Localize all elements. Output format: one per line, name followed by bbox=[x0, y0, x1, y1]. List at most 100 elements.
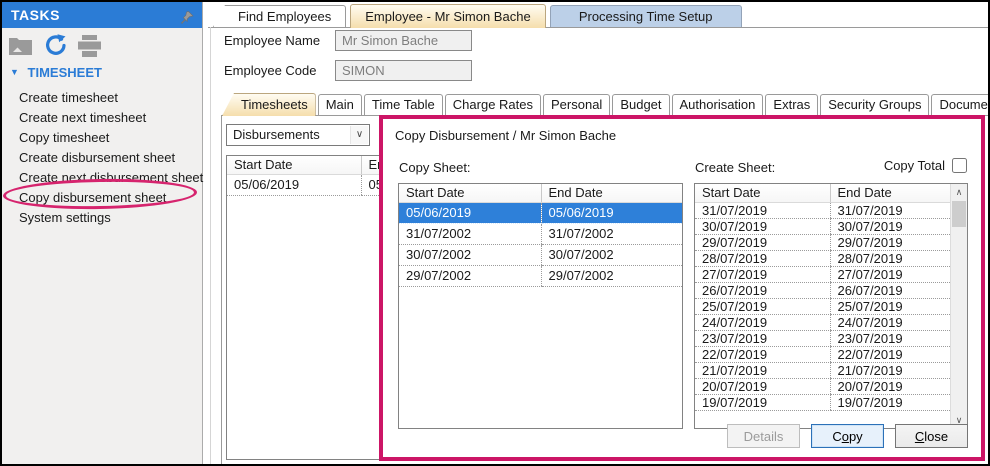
table-row[interactable]: 21/07/201921/07/2019 bbox=[695, 362, 950, 378]
cell[interactable]: 05/06/2019 bbox=[541, 202, 682, 223]
cell[interactable]: 19/07/2019 bbox=[695, 394, 830, 410]
cell[interactable]: 31/07/2002 bbox=[399, 223, 541, 244]
cell[interactable]: 31/07/2002 bbox=[541, 223, 682, 244]
table-row[interactable]: 05/06/201905/06/2019 bbox=[399, 202, 682, 223]
table-row[interactable]: 30/07/200230/07/2002 bbox=[399, 244, 682, 265]
copy-total-checkbox[interactable] bbox=[952, 158, 967, 173]
cell[interactable]: 22/07/2019 bbox=[695, 346, 830, 362]
tab-authorisation[interactable]: Authorisation bbox=[672, 94, 764, 115]
cell[interactable]: 24/07/2019 bbox=[830, 314, 950, 330]
employee-name-label: Employee Name bbox=[224, 33, 320, 48]
tab-employee-mr-simon-bache[interactable]: Employee - Mr Simon Bache bbox=[350, 4, 545, 28]
cell[interactable]: 29/07/2002 bbox=[399, 265, 541, 286]
cell[interactable]: 30/07/2002 bbox=[541, 244, 682, 265]
cell[interactable]: 05/06/2019 bbox=[227, 174, 361, 195]
cell[interactable]: 29/07/2019 bbox=[830, 234, 950, 250]
cell[interactable]: 26/07/2019 bbox=[830, 282, 950, 298]
create-sheet-table: Start Date End Date 31/07/201931/07/2019… bbox=[695, 184, 950, 411]
refresh-icon[interactable] bbox=[43, 33, 68, 61]
cell[interactable]: 23/07/2019 bbox=[695, 330, 830, 346]
cell[interactable]: 30/07/2002 bbox=[399, 244, 541, 265]
table-row[interactable]: 23/07/201923/07/2019 bbox=[695, 330, 950, 346]
table-row[interactable]: 29/07/200229/07/2002 bbox=[399, 265, 682, 286]
cell[interactable]: 28/07/2019 bbox=[695, 250, 830, 266]
copy-total-group: Copy Total bbox=[884, 158, 967, 173]
cell[interactable]: 30/07/2019 bbox=[830, 218, 950, 234]
cell[interactable]: 05/06/2019 bbox=[399, 202, 541, 223]
column-header-end-date[interactable]: End Date bbox=[541, 184, 682, 202]
cell[interactable]: 30/07/2019 bbox=[695, 218, 830, 234]
cell[interactable]: 29/07/2019 bbox=[695, 234, 830, 250]
cell[interactable]: 31/07/2019 bbox=[695, 202, 830, 218]
sidebar-item-system-settings[interactable]: System settings bbox=[2, 208, 202, 228]
sidebar-item-copy-disbursement-sheet[interactable]: Copy disbursement sheet bbox=[2, 188, 202, 208]
cell[interactable]: 24/07/2019 bbox=[695, 314, 830, 330]
sidebar-item-create-timesheet[interactable]: Create timesheet bbox=[2, 88, 202, 108]
table-row[interactable]: 29/07/201929/07/2019 bbox=[695, 234, 950, 250]
cell[interactable]: 28/07/2019 bbox=[830, 250, 950, 266]
tab-main[interactable]: Main bbox=[318, 94, 362, 115]
open-folder-icon[interactable] bbox=[8, 35, 34, 59]
cell[interactable]: 31/07/2019 bbox=[830, 202, 950, 218]
cell[interactable]: 20/07/2019 bbox=[695, 378, 830, 394]
table-row[interactable]: 24/07/201924/07/2019 bbox=[695, 314, 950, 330]
app-window: TASKS ▼ TIMESHEET Create timesheet Creat… bbox=[0, 0, 990, 466]
table-row[interactable]: 27/07/201927/07/2019 bbox=[695, 266, 950, 282]
vertical-scrollbar[interactable]: ∧ ∨ bbox=[950, 184, 967, 428]
cell[interactable]: 27/07/2019 bbox=[695, 266, 830, 282]
tab-timesheets[interactable]: Timesheets bbox=[222, 93, 316, 116]
cell[interactable]: 22/07/2019 bbox=[830, 346, 950, 362]
table-row[interactable]: 19/07/201919/07/2019 bbox=[695, 394, 950, 410]
table-row[interactable]: 30/07/201930/07/2019 bbox=[695, 218, 950, 234]
sidebar-item-create-next-disbursement-sheet[interactable]: Create next disbursement sheet bbox=[2, 168, 202, 188]
create-sheet-table-wrap: Start Date End Date 31/07/201931/07/2019… bbox=[694, 183, 968, 429]
table-row[interactable]: 31/07/201931/07/2019 bbox=[695, 202, 950, 218]
scroll-up-icon[interactable]: ∧ bbox=[951, 184, 967, 200]
tab-personal[interactable]: Personal bbox=[543, 94, 610, 115]
tab-charge-rates[interactable]: Charge Rates bbox=[445, 94, 541, 115]
cell[interactable]: 21/07/2019 bbox=[830, 362, 950, 378]
sidebar-item-copy-timesheet[interactable]: Copy timesheet bbox=[2, 128, 202, 148]
cell[interactable]: 20/07/2019 bbox=[830, 378, 950, 394]
table-row[interactable]: 22/07/201922/07/2019 bbox=[695, 346, 950, 362]
table-row[interactable]: 20/07/201920/07/2019 bbox=[695, 378, 950, 394]
cell[interactable]: 26/07/2019 bbox=[695, 282, 830, 298]
tab-documents[interactable]: Documents bbox=[931, 94, 990, 115]
cell[interactable]: 25/07/2019 bbox=[830, 298, 950, 314]
column-header-start-date[interactable]: Start Date bbox=[399, 184, 541, 202]
cell[interactable]: 23/07/2019 bbox=[830, 330, 950, 346]
table-row[interactable]: 28/07/201928/07/2019 bbox=[695, 250, 950, 266]
tab-extras[interactable]: Extras bbox=[765, 94, 818, 115]
sheet-type-dropdown[interactable]: Disbursements ∨ bbox=[226, 124, 370, 146]
cell[interactable]: 27/07/2019 bbox=[830, 266, 950, 282]
cell[interactable]: 25/07/2019 bbox=[695, 298, 830, 314]
tab-time-table[interactable]: Time Table bbox=[364, 94, 443, 115]
sidebar-item-create-next-timesheet[interactable]: Create next timesheet bbox=[2, 108, 202, 128]
cell[interactable]: 21/07/2019 bbox=[695, 362, 830, 378]
table-row[interactable]: 25/07/201925/07/2019 bbox=[695, 298, 950, 314]
tasks-panel: TASKS ▼ TIMESHEET Create timesheet Creat… bbox=[2, 2, 203, 464]
tab-find-employees[interactable]: Find Employees bbox=[213, 5, 346, 27]
disbursement-sheet-list: Start Date End Date 05/06/201905/06/2019 bbox=[226, 155, 389, 460]
tab-budget[interactable]: Budget bbox=[612, 94, 669, 115]
timesheet-section-header[interactable]: ▼ TIMESHEET bbox=[10, 65, 102, 80]
table-row[interactable]: 31/07/200231/07/2002 bbox=[399, 223, 682, 244]
column-header-start-date[interactable]: Start Date bbox=[227, 156, 361, 174]
column-header-end-date[interactable]: End Date bbox=[830, 184, 950, 202]
details-button[interactable]: Details bbox=[727, 424, 800, 448]
table-row[interactable]: 05/06/201905/06/2019 bbox=[227, 174, 389, 195]
pin-icon[interactable] bbox=[180, 7, 195, 33]
table-row[interactable]: 26/07/201926/07/2019 bbox=[695, 282, 950, 298]
employee-code-input bbox=[335, 60, 472, 81]
scrollbar-thumb[interactable] bbox=[952, 201, 966, 227]
tab-processing-time-setup[interactable]: Processing Time Setup bbox=[550, 5, 742, 27]
cell[interactable]: 29/07/2002 bbox=[541, 265, 682, 286]
column-header-start-date[interactable]: Start Date bbox=[695, 184, 830, 202]
timesheet-section-label: TIMESHEET bbox=[28, 65, 102, 80]
sidebar-item-create-disbursement-sheet[interactable]: Create disbursement sheet bbox=[2, 148, 202, 168]
tab-security-groups[interactable]: Security Groups bbox=[820, 94, 929, 115]
copy-button[interactable]: Copy bbox=[811, 424, 884, 448]
print-icon[interactable] bbox=[77, 35, 102, 60]
cell[interactable]: 19/07/2019 bbox=[830, 394, 950, 410]
close-button[interactable]: Close bbox=[895, 424, 968, 448]
